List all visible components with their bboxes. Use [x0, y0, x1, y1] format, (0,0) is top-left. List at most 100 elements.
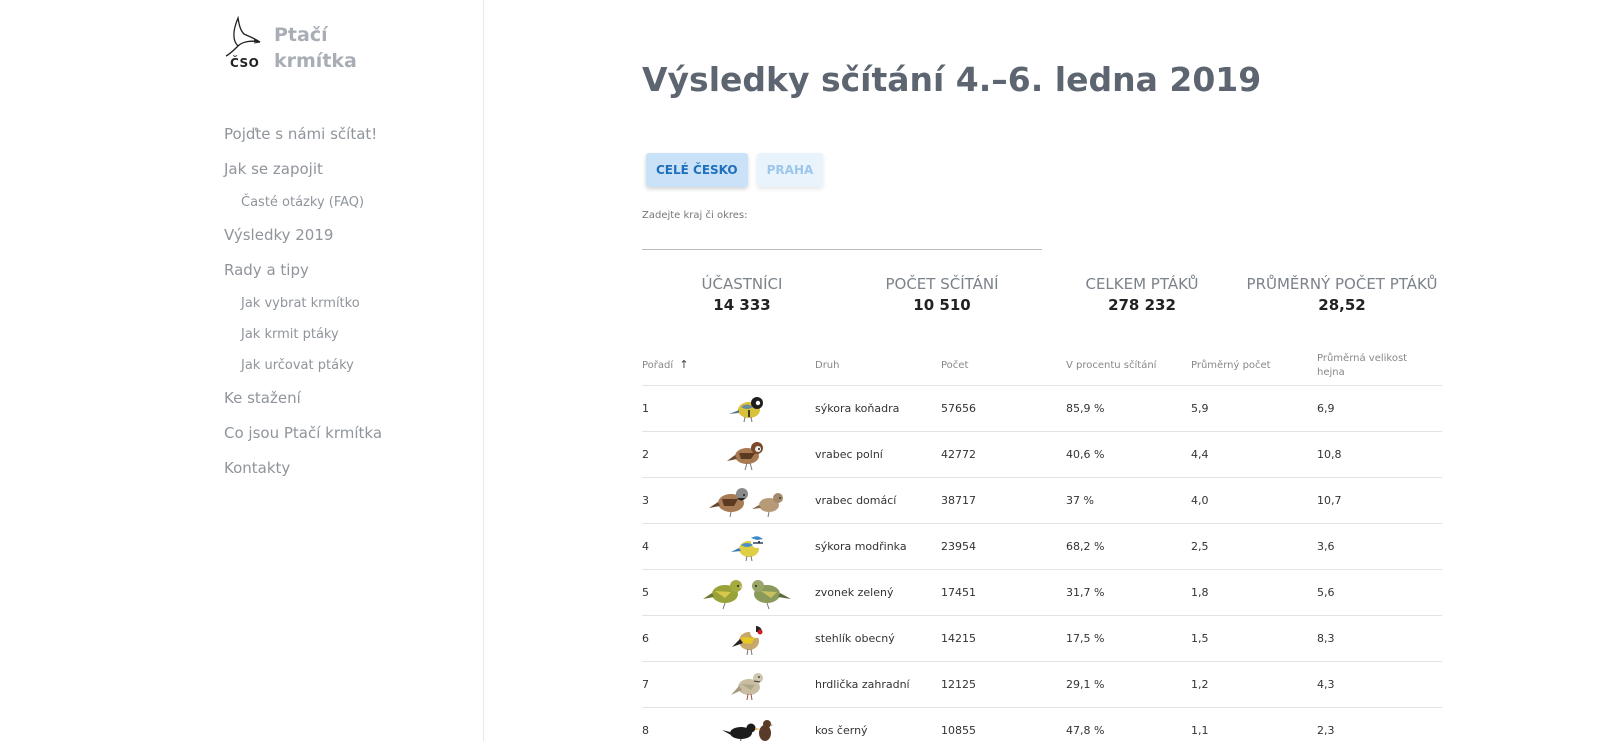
species-cell: kos černý — [815, 724, 868, 737]
count-cell: 10855 — [941, 724, 976, 737]
sidebar-item-rady-a-tipy[interactable]: Rady a tipy — [224, 254, 464, 289]
column-header-percent[interactable]: V procentu sčítání — [1066, 359, 1191, 373]
table-row: 4 sýkora modřinka 23954 68,2 % 2,5 3,6 — [642, 524, 1442, 570]
avg-count-cell: 1,1 — [1191, 724, 1209, 737]
rank-cell: 3 — [642, 494, 649, 507]
sidebar-nav: Pojďte s námi sčítat! Jak se zapojit Čas… — [224, 118, 464, 487]
brand-name-line2: krmítka — [274, 50, 357, 72]
species-cell: sýkora modřinka — [815, 540, 907, 553]
avg-flock-cell: 6,9 — [1317, 402, 1335, 415]
table-header: Pořadí ↑ Druh Počet V procentu sčítání P… — [642, 346, 1442, 386]
rank-cell: 2 — [642, 448, 649, 461]
rank-cell: 8 — [642, 724, 649, 737]
count-cell: 14215 — [941, 632, 976, 645]
column-header-rank-label: Pořadí — [642, 360, 674, 371]
percent-cell: 68,2 % — [1066, 540, 1105, 553]
blue-tit-icon — [682, 531, 815, 563]
avg-count-cell: 1,5 — [1191, 632, 1209, 645]
avg-flock-cell: 5,6 — [1317, 586, 1335, 599]
sidebar-subitem-faq[interactable]: Časté otázky (FAQ) — [224, 188, 464, 219]
table-row: 6 stehlík obecný 14215 17,5 % 1,5 8,3 — [642, 616, 1442, 662]
avg-flock-cell: 10,8 — [1317, 448, 1342, 461]
column-header-species[interactable]: Druh — [815, 359, 941, 373]
brand-name: Ptačí krmítka — [274, 22, 357, 74]
rank-cell: 5 — [642, 586, 649, 599]
avg-count-cell: 4,4 — [1191, 448, 1209, 461]
count-cell: 42772 — [941, 448, 976, 461]
table-row: 3 vrabec domácí 38717 37 % 4,0 10,7 — [642, 478, 1442, 524]
sidebar-item-co-jsou-ptaci-krmitka[interactable]: Co jsou Ptačí krmítka — [224, 417, 464, 452]
table-row: 5 zvonek zelený 17451 31,7 % 1,8 5,6 — [642, 570, 1442, 616]
tree-sparrow-icon — [682, 437, 815, 473]
avg-count-cell: 2,5 — [1191, 540, 1209, 553]
avg-flock-cell: 10,7 — [1317, 494, 1342, 507]
species-cell: hrdlička zahradní — [815, 678, 910, 691]
count-cell: 38717 — [941, 494, 976, 507]
stat-value: 278 232 — [1108, 296, 1176, 314]
goldfinch-icon — [682, 621, 815, 657]
region-search-input[interactable] — [642, 226, 1042, 250]
bird-logo-icon: ČSO — [224, 15, 266, 72]
sidebar-subitem-jak-krmit-ptaky[interactable]: Jak krmit ptáky — [224, 320, 464, 351]
stat-value: 14 333 — [713, 296, 771, 314]
count-cell: 57656 — [941, 402, 976, 415]
percent-cell: 37 % — [1066, 494, 1094, 507]
species-cell: stehlík obecný — [815, 632, 895, 645]
greenfinch-icon — [682, 575, 815, 611]
blackbird-icon — [682, 715, 815, 741]
region-button-praha[interactable]: PRAHA — [756, 153, 824, 187]
sidebar-item-jak-se-zapojit[interactable]: Jak se zapojit — [224, 153, 464, 188]
count-cell: 12125 — [941, 678, 976, 691]
results-table: Pořadí ↑ Druh Počet V procentu sčítání P… — [642, 346, 1442, 741]
stat-label: PRŮMĚRNÝ POČET PTÁKŮ — [1246, 275, 1438, 293]
region-switcher: CELÉ ČESKO PRAHA — [646, 153, 832, 187]
species-cell: vrabec polní — [815, 448, 883, 461]
species-cell: vrabec domácí — [815, 494, 897, 507]
brand-name-line1: Ptačí — [274, 24, 328, 46]
avg-count-cell: 1,2 — [1191, 678, 1209, 691]
org-label: ČSO — [230, 56, 260, 70]
rank-cell: 1 — [642, 402, 649, 415]
species-cell: sýkora koňadra — [815, 402, 900, 415]
stat-label: ÚČASTNÍCI — [701, 275, 783, 293]
stat-average-birds: PRŮMĚRNÝ POČET PTÁKŮ 28,52 — [1242, 274, 1442, 316]
stats-summary: ÚČASTNÍCI 14 333 POČET SČÍTÁNÍ 10 510 CE… — [642, 274, 1442, 316]
count-cell: 17451 — [941, 586, 976, 599]
rank-cell: 6 — [642, 632, 649, 645]
avg-count-cell: 4,0 — [1191, 494, 1209, 507]
house-sparrow-icon — [682, 483, 815, 519]
sidebar: ČSO Ptačí krmítka Pojďte s námi sčítat! … — [0, 0, 484, 741]
table-row: 1 sýkora koňadra 57656 85,9 % 5,9 6,9 — [642, 386, 1442, 432]
percent-cell: 85,9 % — [1066, 402, 1105, 415]
column-header-avg-count[interactable]: Průměrný počet — [1191, 359, 1317, 373]
column-header-avg-flock-line1: Průměrná velikost — [1317, 352, 1408, 364]
table-row: 7 hrdlička zahradní 12125 29,1 % 1,2 4,3 — [642, 662, 1442, 708]
column-header-rank[interactable]: Pořadí ↑ — [642, 358, 815, 373]
page-title: Výsledky sčítání 4.–6. ledna 2019 — [642, 60, 1262, 99]
sort-ascending-icon: ↑ — [679, 358, 689, 371]
table-row: 8 kos černý 10855 47,8 % 1,1 2,3 — [642, 708, 1442, 741]
percent-cell: 31,7 % — [1066, 586, 1105, 599]
stat-label: POČET SČÍTÁNÍ — [885, 275, 999, 293]
sidebar-subitem-jak-urcovat-ptaky[interactable]: Jak určovat ptáky — [224, 351, 464, 382]
species-cell: zvonek zelený — [815, 586, 894, 599]
stat-participants: ÚČASTNÍCI 14 333 — [642, 274, 842, 316]
table-row: 2 vrabec polní 42772 40,6 % 4,4 10,8 — [642, 432, 1442, 478]
region-search-label: Zadejte kraj či okres: — [642, 210, 748, 221]
column-header-avg-flock[interactable]: Průměrná velikost hejna — [1317, 352, 1442, 380]
percent-cell: 17,5 % — [1066, 632, 1105, 645]
sidebar-subitem-jak-vybrat-krmitko[interactable]: Jak vybrat krmítko — [224, 289, 464, 320]
sidebar-item-kontakty[interactable]: Kontakty — [224, 452, 464, 487]
column-header-count[interactable]: Počet — [941, 359, 1066, 373]
sidebar-item-pojdte-s-nami-scitat[interactable]: Pojďte s námi sčítat! — [224, 118, 464, 153]
stat-total-birds: CELKEM PTÁKŮ 278 232 — [1042, 274, 1242, 316]
stat-value: 10 510 — [913, 296, 971, 314]
sidebar-item-ke-stazeni[interactable]: Ke stažení — [224, 382, 464, 417]
rank-cell: 4 — [642, 540, 649, 553]
stat-count-of-counts: POČET SČÍTÁNÍ 10 510 — [842, 274, 1042, 316]
brand-logo[interactable]: ČSO Ptačí krmítka — [224, 15, 357, 74]
percent-cell: 47,8 % — [1066, 724, 1105, 737]
sidebar-item-vysledky-2019[interactable]: Výsledky 2019 — [224, 219, 464, 254]
region-button-cele-cesko[interactable]: CELÉ ČESKO — [646, 153, 748, 187]
stat-label: CELKEM PTÁKŮ — [1085, 275, 1199, 293]
